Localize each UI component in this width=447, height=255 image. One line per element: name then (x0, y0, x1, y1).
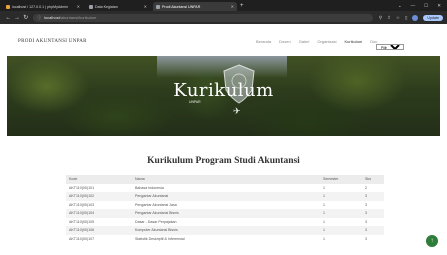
share-icon[interactable]: ⇪ (387, 15, 391, 21)
table-row: AKT110(00)104 Pengantar Akuntansi Bisnis… (66, 209, 384, 218)
cell-nama: Bahasa Indonesia (135, 185, 164, 190)
nav-item-galeri[interactable]: Galeri (299, 39, 310, 44)
tab-title: Prodi Akuntansi UNPAR (162, 4, 201, 9)
paper-plane-icon: ✈ (233, 106, 241, 116)
window-controls: ⌄ — ☐ ✕ (398, 0, 447, 11)
browser-toolbar: ← → ↻ ⓘ localhost/akuntansi/kurikulum ⚲ … (0, 11, 447, 24)
maximize-icon[interactable]: ☐ (424, 3, 428, 9)
hero-title: Kurikulum (173, 80, 274, 101)
globe-favicon-icon (89, 4, 93, 9)
cell-semester: 1 (323, 236, 325, 241)
close-tab-icon[interactable]: ✕ (141, 4, 147, 9)
forward-arrow-icon[interactable]: → (13, 15, 22, 21)
arrow-up-icon: ↑ (430, 238, 434, 244)
site-info-icon[interactable]: ⓘ (37, 15, 41, 21)
cell-nama: Pengantar Akuntansi Jasa (135, 202, 177, 207)
phpmyadmin-favicon-icon (6, 4, 10, 9)
table-header-row: Kode Nama Semester Sks (66, 175, 384, 184)
address-bar[interactable]: ⓘ localhost/akuntansi/kurikulum (33, 13, 373, 22)
profile-avatar[interactable] (412, 14, 419, 21)
cell-sks: 3 (365, 219, 367, 224)
table-row: AKT110(00)102 Pengantar Akuntansi 1 3 (66, 192, 384, 201)
cell-kode: AKT110(00)105 (69, 219, 95, 224)
cell-sks: 3 (362, 192, 384, 201)
back-arrow-icon[interactable]: ← (4, 15, 13, 21)
cell-sks: 3 (362, 226, 384, 235)
cell-sks: 3 (365, 236, 367, 241)
back-to-top-button[interactable]: ↑ (426, 235, 438, 247)
cell-nama: Dasar - Dasar Perpajakan (135, 219, 177, 224)
table-row: AKT110(00)105 Dasar - Dasar Perpajakan 1… (66, 218, 384, 227)
chevron-down-icon[interactable]: ⌄ (398, 3, 402, 9)
column-header-nama: Nama (132, 175, 320, 184)
new-tab-icon[interactable]: + (240, 2, 244, 11)
table-row: AKT110(00)106 Komputer Akuntansi Bisnis … (66, 226, 384, 235)
minimize-icon[interactable]: — (411, 3, 416, 8)
language-select[interactable]: Pilih Bahasa (376, 44, 404, 50)
cell-nama: Statistik Deskriptif & Inferensial (135, 236, 185, 241)
cell-semester: 1 (323, 202, 325, 207)
site-header: PRODI AKUNTANSI UNPAR Beranda Dosen Gale… (0, 24, 447, 59)
cell-nama: Pengantar Akuntansi Bisnis (132, 209, 320, 218)
cell-semester: 1 (320, 209, 362, 218)
cell-sks: 3 (365, 202, 367, 207)
reload-icon[interactable]: ↻ (21, 14, 30, 21)
browser-tab-phpmyadmin[interactable]: localhost / 127.0.0.1 | phpMyAdmin ✕ (3, 2, 83, 11)
column-header-sks: Sks (362, 175, 384, 184)
cell-sks: 3 (362, 209, 384, 218)
nav-item-organisasi[interactable]: Organisasi (317, 39, 336, 44)
table-row: AKT110(00)101 Bahasa Indonesia 1 2 (66, 184, 384, 193)
cell-kode: AKT110(00)103 (69, 202, 95, 207)
tab-title: Data Kegiatan (95, 4, 118, 9)
tab-title: localhost / 127.0.0.1 | phpMyAdmin (12, 4, 69, 9)
cell-sks: 2 (365, 185, 367, 190)
update-button[interactable]: Update (423, 14, 444, 21)
cell-semester: 1 (323, 219, 325, 224)
sidebar-icon[interactable]: ▯ (405, 15, 407, 21)
browser-tab-strip: localhost / 127.0.0.1 | phpMyAdmin ✕ Dat… (0, 0, 447, 11)
page-title: Kurikulum Program Studi Akuntansi (147, 156, 300, 166)
close-tab-icon[interactable]: ✕ (74, 4, 80, 9)
cell-nama: Pengantar Akuntansi (132, 192, 320, 201)
column-header-semester: Semester (320, 175, 362, 184)
bookmark-star-icon[interactable]: ☆ (396, 15, 400, 21)
cell-semester: 1 (323, 185, 325, 190)
nav-item-kurikulum[interactable]: Kurikulum (344, 39, 362, 44)
cell-kode: AKT110(00)102 (66, 192, 132, 201)
url-path: /akuntansi/kurikulum (59, 15, 97, 20)
cell-semester: 1 (320, 192, 362, 201)
cell-semester: 1 (320, 226, 362, 235)
hero-subtitle: UNPAR (189, 100, 201, 104)
globe-favicon-icon (156, 4, 160, 9)
table-row: AKT110(00)103 Pengantar Akuntansi Jasa 1… (66, 201, 384, 210)
column-header-kode: Kode (66, 175, 132, 184)
table-row: AKT110(00)107 Statistik Deskriptif & Inf… (66, 235, 384, 244)
close-tab-icon[interactable]: ✕ (228, 4, 234, 9)
url-host: localhost (44, 15, 60, 20)
cell-kode: AKT110(00)107 (69, 236, 95, 241)
zoom-icon[interactable]: ⚲ (379, 15, 382, 21)
hero-banner: Kurikulum UNPAR ✈ (7, 56, 440, 136)
curriculum-table: Kode Nama Semester Sks AKT110(00)101 Bah… (66, 175, 384, 243)
cell-kode: AKT110(00)106 (66, 226, 132, 235)
browser-tab-prodi-akuntansi[interactable]: Prodi Akuntansi UNPAR ✕ (153, 2, 237, 11)
close-window-icon[interactable]: ✕ (437, 3, 441, 9)
site-brand[interactable]: PRODI AKUNTANSI UNPAR (18, 39, 87, 44)
cell-kode: AKT110(00)101 (69, 185, 95, 190)
cell-nama: Komputer Akuntansi Bisnis (132, 226, 320, 235)
nav-item-dosen[interactable]: Dosen (279, 39, 291, 44)
nav-item-beranda[interactable]: Beranda (256, 39, 271, 44)
toolbar-icons: ⚲ ⇪ ☆ ▯ Update (379, 14, 444, 21)
cell-kode: AKT110(00)104 (66, 209, 132, 218)
browser-tab-data-kegiatan[interactable]: Data Kegiatan ✕ (86, 2, 150, 11)
main-nav: Beranda Dosen Galeri Organisasi Kurikulu… (256, 39, 377, 44)
